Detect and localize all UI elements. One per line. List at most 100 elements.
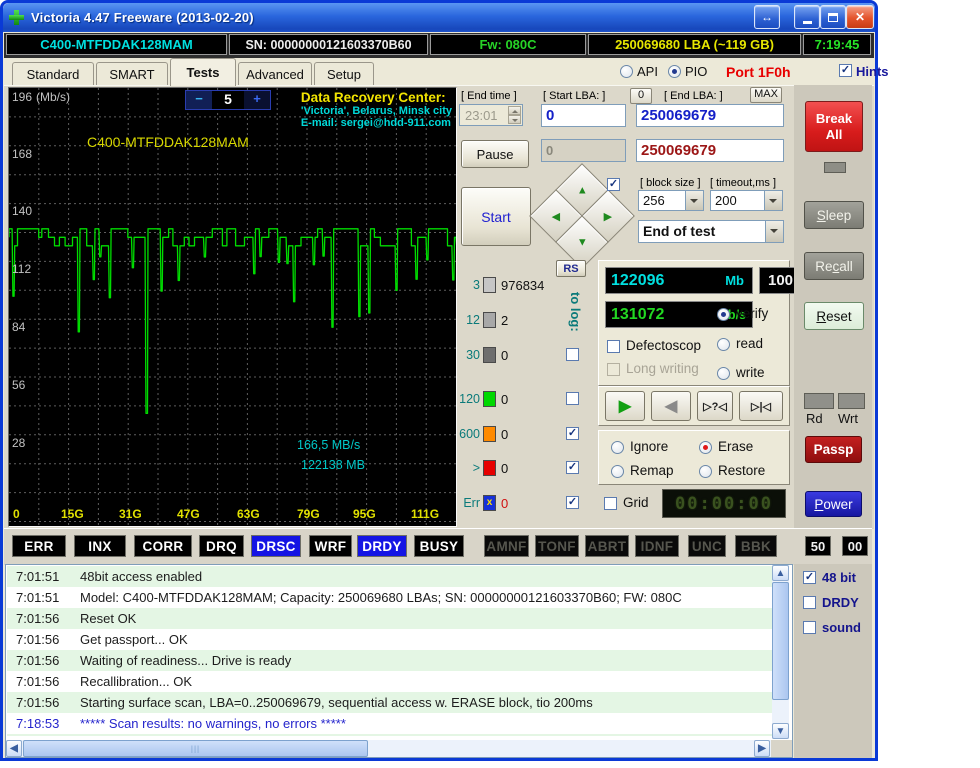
speed-graph: (Mb/s) − 5 + Data Recovery Center: 'Vict… [8, 87, 457, 527]
verify-radio[interactable] [717, 308, 730, 321]
end-time-label: [ End time ] [461, 90, 517, 102]
end-lba-input[interactable]: 250069679 [636, 104, 784, 127]
titlebar[interactable]: Victoria 4.47 Freeware (2013-02-20) [3, 3, 875, 32]
chevron-down-icon[interactable] [765, 221, 783, 242]
pause-button[interactable]: Pause [461, 140, 529, 168]
sleep-button[interactable]: Sleep [804, 201, 864, 229]
histogram-bucket-swatch: x [483, 495, 496, 511]
transport-panel: ▶ ◀ ▷?◁ ▷|◁ [598, 386, 790, 426]
scan-forward-icon: ▶ [619, 396, 631, 416]
log-row[interactable]: 7:01:56Waiting of readiness... Drive is … [7, 650, 773, 671]
grid-checkbox[interactable] [604, 497, 617, 510]
read-radio[interactable] [717, 338, 730, 351]
start-lba-input[interactable]: 0 [541, 104, 626, 127]
tab-standard[interactable]: Standard [12, 62, 94, 85]
48-bit-checkbox[interactable] [803, 571, 816, 584]
tab-smart[interactable]: SMART [96, 62, 168, 85]
vertical-scroll-thumb[interactable] [772, 582, 789, 700]
hints-checkbox[interactable] [839, 64, 852, 77]
scroll-up-icon[interactable]: ▲ [772, 565, 789, 581]
ignore-label: Ignore [630, 439, 668, 454]
power-button[interactable]: Power [805, 491, 862, 517]
to-log-checkbox[interactable] [566, 392, 579, 405]
log-row[interactable] [7, 734, 773, 736]
defectoscope-label: Defectoscop [626, 338, 701, 353]
rs-button[interactable]: RS [556, 260, 586, 277]
scroll-right-icon[interactable]: ▶ [754, 740, 770, 757]
to-log-checkbox[interactable] [566, 427, 579, 440]
tab-tests[interactable]: Tests [170, 58, 236, 86]
error-flag-unc: UNC [688, 535, 726, 557]
write-label: write [736, 365, 765, 380]
end-lba-display[interactable]: 250069679 [636, 139, 784, 162]
erase-radio[interactable] [699, 441, 712, 454]
after-scan-select[interactable]: End of test [638, 220, 784, 243]
reset-button[interactable]: Reset [804, 302, 864, 330]
pio-radio[interactable] [668, 65, 681, 78]
status-led-err: ERR [12, 535, 66, 557]
down-arrow-icon: ▼ [577, 236, 588, 248]
drdy-checkbox[interactable] [803, 596, 816, 609]
scroll-left-icon[interactable]: ◀ [6, 740, 22, 757]
desktop: { "window": { "title": "Victoria 4.47 Fr… [0, 0, 980, 768]
tab-setup[interactable]: Setup [314, 62, 374, 85]
horizontal-scroll-thumb[interactable]: ||| [23, 740, 368, 757]
seek-error-button[interactable]: ▷?◁ [697, 391, 733, 421]
to-log-checkbox[interactable] [566, 348, 579, 361]
break-all-button[interactable]: Break All [805, 101, 863, 152]
zero-lba-button[interactable]: 0 [630, 88, 652, 104]
log-time: 7:18:53 [7, 716, 80, 731]
register-value: 00 [842, 536, 868, 556]
log-row[interactable]: 7:01:56Reset OK [7, 608, 773, 629]
log-row[interactable]: 7:01:56Recallibration... OK [7, 671, 773, 692]
minimize-button[interactable] [794, 5, 820, 29]
start-lba-label: [ Start LBA: ] [543, 90, 605, 102]
sound-checkbox[interactable] [803, 621, 816, 634]
log-row[interactable]: 7:01:5148bit access enabled [7, 566, 773, 587]
block-size-select[interactable]: 256 [638, 190, 704, 211]
api-radio[interactable] [620, 65, 633, 78]
chevron-down-icon[interactable] [685, 191, 703, 210]
passport-button[interactable]: Passp [805, 436, 862, 463]
scroll-down-icon[interactable]: ▼ [772, 723, 789, 739]
remap-radio[interactable] [611, 465, 624, 478]
to-log-checkbox[interactable] [566, 461, 579, 474]
drdy-label: DRDY [822, 595, 859, 610]
log-row[interactable]: 7:01:51Model: C400-MTFDDAK128MAM; Capaci… [7, 587, 773, 608]
to-log-checkbox[interactable] [566, 496, 579, 509]
averaging-minus-button[interactable]: − [186, 91, 212, 109]
restore-window-button[interactable]: ↔ [754, 5, 780, 29]
histogram-bucket-label: > [456, 461, 480, 475]
tab-advanced[interactable]: Advanced [238, 62, 312, 85]
recall-button[interactable]: Recall [804, 252, 864, 280]
close-button[interactable]: ✕ [846, 5, 874, 29]
maximize-button[interactable] [820, 5, 846, 29]
speed-display: 131072 kb/s [605, 301, 753, 328]
end-time-spinner[interactable]: 23:01 [459, 104, 523, 126]
spinner-arrows[interactable] [508, 106, 521, 124]
seek-error-icon: ▷?◁ [703, 400, 727, 413]
seek-end-button[interactable]: ▷|◁ [739, 391, 783, 421]
current-speed-overlay: 166,5 MB/s [297, 438, 360, 452]
scan-back-button[interactable]: ◀ [651, 391, 691, 421]
max-lba-button[interactable]: MAX [750, 87, 782, 103]
scan-forward-button[interactable]: ▶ [605, 391, 645, 421]
write-radio[interactable] [717, 367, 730, 380]
defectoscope-checkbox[interactable] [607, 340, 620, 353]
log-horizontal-scrollbar[interactable]: ◀ ||| ▶ [6, 740, 771, 757]
remap-label: Remap [630, 463, 674, 478]
chevron-down-icon[interactable] [764, 191, 782, 210]
start-button[interactable]: Start [461, 187, 531, 246]
timeout-select[interactable]: 200 [710, 190, 783, 211]
log-vertical-scrollbar[interactable]: ▲ ▼ [772, 565, 789, 739]
log-row[interactable]: 7:01:56Get passport... OK [7, 629, 773, 650]
averaging-plus-button[interactable]: + [244, 91, 270, 109]
block-size-checkbox[interactable] [607, 178, 620, 191]
ignore-radio[interactable] [611, 441, 624, 454]
log-message: Recallibration... OK [80, 674, 192, 689]
restore-radio[interactable] [699, 465, 712, 478]
log-row[interactable]: 7:18:53***** Scan results: no warnings, … [7, 713, 773, 734]
spin-down-icon[interactable] [508, 115, 521, 124]
spin-up-icon[interactable] [508, 106, 521, 115]
log-row[interactable]: 7:01:56Starting surface scan, LBA=0..250… [7, 692, 773, 713]
